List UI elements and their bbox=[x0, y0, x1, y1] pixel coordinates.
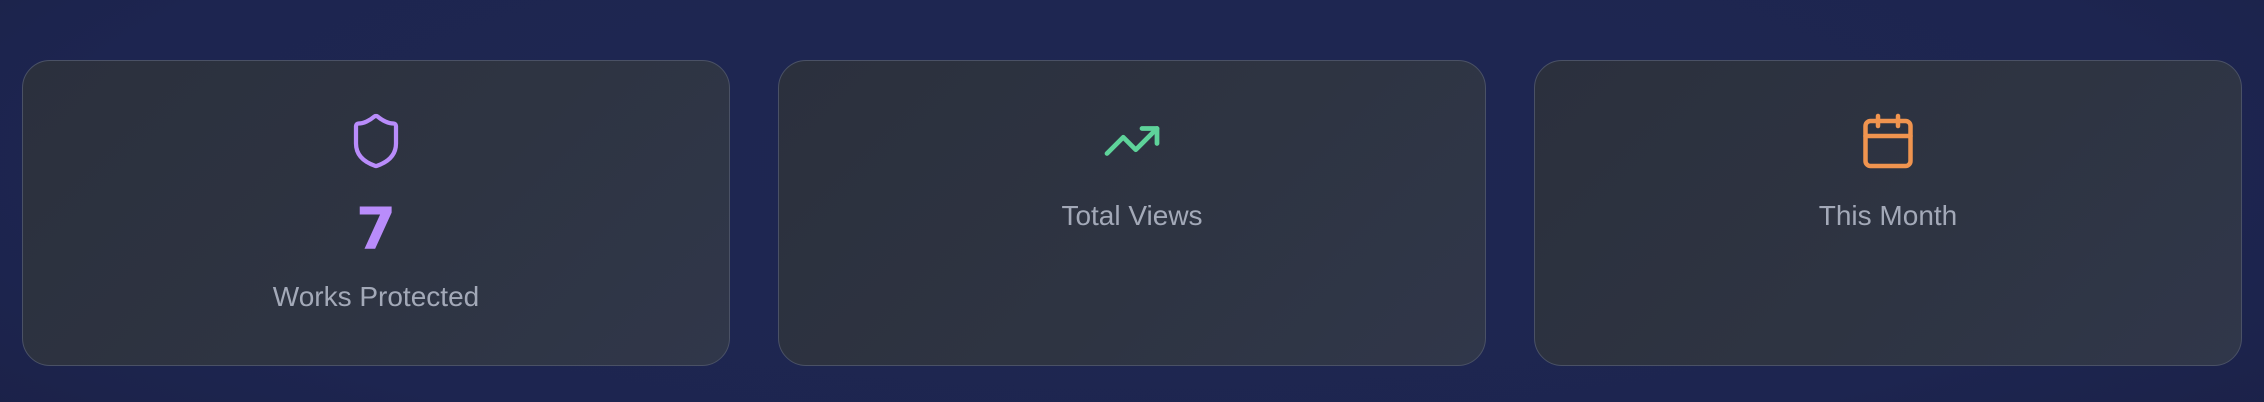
calendar-icon bbox=[1858, 111, 1918, 171]
trending-up-icon bbox=[1102, 111, 1162, 171]
this-month-label: This Month bbox=[1818, 200, 1958, 231]
works-protected-label: Works Protected bbox=[272, 281, 480, 312]
stat-card-total-views: Total Views bbox=[778, 60, 1486, 366]
shield-icon bbox=[346, 111, 406, 171]
works-protected-count: 7 bbox=[355, 195, 397, 263]
stat-card-this-month: This Month bbox=[1534, 60, 2242, 366]
total-views-label: Total Views bbox=[1061, 200, 1203, 231]
stats-row: 7 Works Protected Total Views This Month bbox=[22, 60, 2242, 366]
stat-card-works-protected: 7 Works Protected bbox=[22, 60, 730, 366]
